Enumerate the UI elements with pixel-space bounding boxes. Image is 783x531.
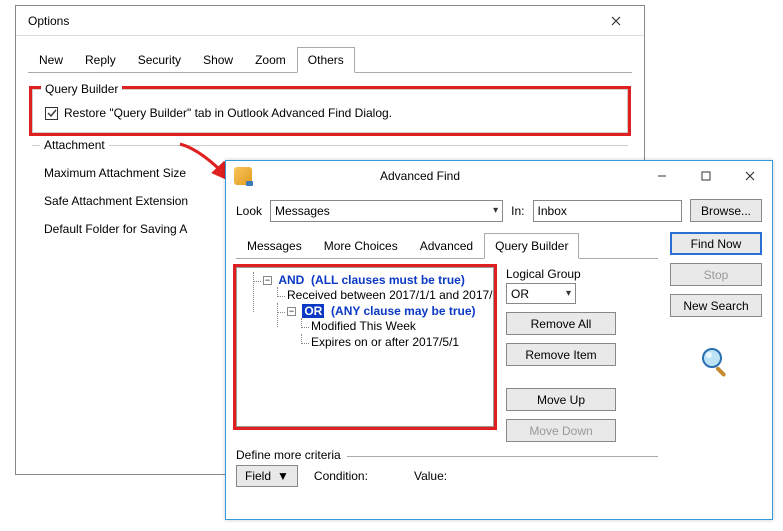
advfind-close-button[interactable] [728, 162, 772, 190]
tab-security[interactable]: Security [127, 47, 192, 73]
move-up-button[interactable]: Move Up [506, 388, 616, 411]
attachment-legend: Attachment [40, 138, 109, 152]
advfind-title: Advanced Find [260, 169, 640, 183]
maximize-button[interactable] [684, 162, 728, 190]
tab-messages[interactable]: Messages [236, 233, 313, 259]
in-value: Inbox [538, 204, 567, 218]
close-icon [611, 16, 621, 26]
query-builder-legend: Query Builder [41, 82, 122, 96]
chevron-down-icon: ▾ [493, 205, 498, 216]
chevron-down-icon: ▾ [566, 288, 571, 299]
tree-node-expires[interactable]: Expires on or after 2017/5/1 [301, 334, 491, 350]
restore-qb-checkbox[interactable] [45, 107, 58, 120]
advfind-tabs: Messages More Choices Advanced Query Bui… [236, 232, 658, 259]
in-field[interactable]: Inbox [533, 200, 682, 222]
tab-more-choices[interactable]: More Choices [313, 233, 409, 259]
new-search-button[interactable]: New Search [670, 294, 762, 317]
remove-all-button[interactable]: Remove All [506, 312, 616, 335]
in-label: In: [511, 204, 524, 218]
tab-show[interactable]: Show [192, 47, 244, 73]
tab-zoom[interactable]: Zoom [244, 47, 297, 73]
minimize-icon [657, 171, 667, 181]
options-titlebar: Options [16, 6, 644, 36]
advanced-find-window: Advanced Find Look Messages ▾ In: Inbox … [225, 160, 773, 520]
minimize-button[interactable] [640, 162, 684, 190]
field-dropdown-button[interactable]: Field ▼ [236, 465, 298, 487]
look-dropdown[interactable]: Messages ▾ [270, 200, 503, 222]
move-down-button[interactable]: Move Down [506, 419, 616, 442]
close-icon [745, 171, 755, 181]
find-now-button[interactable]: Find Now [670, 232, 762, 255]
options-close-button[interactable] [596, 9, 636, 33]
restore-qb-label: Restore "Query Builder" tab in Outlook A… [64, 106, 392, 120]
define-criteria-group: Define more criteria Field ▼ Condition: … [236, 456, 658, 487]
stop-button[interactable]: Stop [670, 263, 762, 286]
query-controls-column: Logical Group OR ▾ Remove All Remove Ite… [506, 267, 616, 442]
magnifier-icon [699, 345, 733, 379]
advfind-top-row: Look Messages ▾ In: Inbox Browse... [236, 199, 762, 222]
triangle-down-icon: ▼ [277, 469, 289, 483]
maximize-icon [701, 171, 711, 181]
tree-node-received[interactable]: Received between 2017/1/1 and 2017/3/31 [277, 287, 491, 303]
collapse-icon[interactable]: − [263, 276, 272, 285]
advfind-titlebar: Advanced Find [226, 161, 772, 191]
condition-label: Condition: [314, 469, 368, 483]
look-label: Look [236, 204, 262, 218]
tree-node-modified[interactable]: Modified This Week [301, 318, 491, 334]
tab-new[interactable]: New [28, 47, 74, 73]
logical-group-label: Logical Group [506, 267, 616, 281]
restore-qb-checkbox-row[interactable]: Restore "Query Builder" tab in Outlook A… [45, 106, 615, 120]
remove-item-button[interactable]: Remove Item [506, 343, 616, 366]
define-criteria-legend: Define more criteria [236, 448, 347, 462]
options-tabs: New Reply Security Show Zoom Others [28, 46, 632, 73]
tab-advanced[interactable]: Advanced [409, 233, 484, 259]
collapse-icon[interactable]: − [287, 307, 296, 316]
browse-button[interactable]: Browse... [690, 199, 762, 222]
logical-group-dropdown[interactable]: OR ▾ [506, 283, 576, 304]
tab-reply[interactable]: Reply [74, 47, 127, 73]
checkmark-icon [47, 108, 57, 118]
tree-node-and[interactable]: − AND (ALL clauses must be true) Receive… [253, 272, 491, 352]
tab-others[interactable]: Others [297, 47, 355, 73]
options-title: Options [24, 14, 596, 28]
tab-query-builder[interactable]: Query Builder [484, 233, 579, 259]
query-builder-group: Query Builder Restore "Query Builder" ta… [32, 89, 628, 133]
advfind-action-column: Find Now Stop New Search [670, 232, 762, 379]
logical-group-value: OR [511, 287, 529, 301]
tree-node-or[interactable]: − OR (ANY clause may be true) Modified T… [277, 303, 491, 351]
look-value: Messages [275, 204, 330, 218]
advfind-app-icon [234, 167, 252, 185]
query-tree[interactable]: − AND (ALL clauses must be true) Receive… [236, 267, 494, 427]
value-label: Value: [414, 469, 447, 483]
